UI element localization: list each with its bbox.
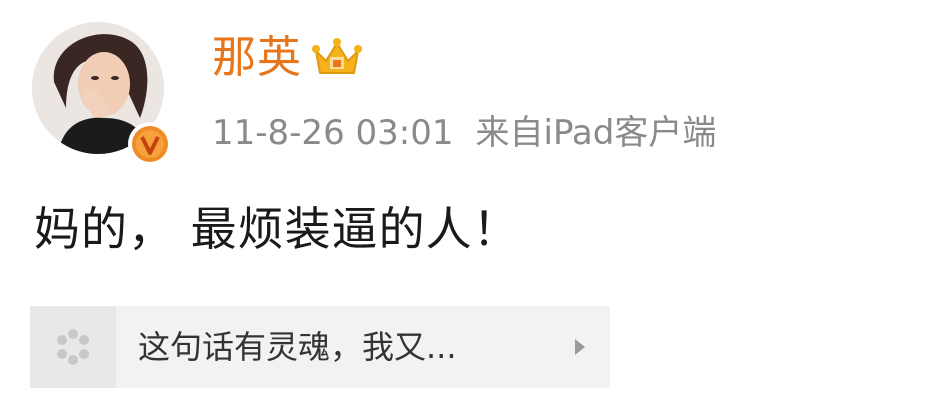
username[interactable]: 那英 — [212, 28, 302, 88]
verified-v-badge-icon — [128, 122, 172, 166]
avatar-container[interactable] — [32, 22, 172, 166]
crown-icon[interactable] — [312, 37, 362, 79]
post-timestamp: 11-8-26 03:01 — [212, 113, 454, 153]
repost-card[interactable]: 这句话有灵魂，我又... — [30, 306, 610, 388]
post-source[interactable]: 来自iPad客户端 — [476, 113, 717, 153]
weibo-post: 那英 11-8-26 03:01 来自iPad客户端 妈的， 最烦装逼的人！ 这… — [0, 0, 928, 402]
play-arrow-icon — [572, 336, 588, 358]
post-meta: 11-8-26 03:01 来自iPad客户端 — [212, 108, 716, 158]
pinwheel-icon — [30, 306, 116, 388]
post-content: 妈的， 最烦装逼的人！ — [34, 202, 520, 256]
repost-card-text: 这句话有灵魂，我又... — [138, 328, 457, 366]
username-row: 那英 — [212, 28, 362, 88]
